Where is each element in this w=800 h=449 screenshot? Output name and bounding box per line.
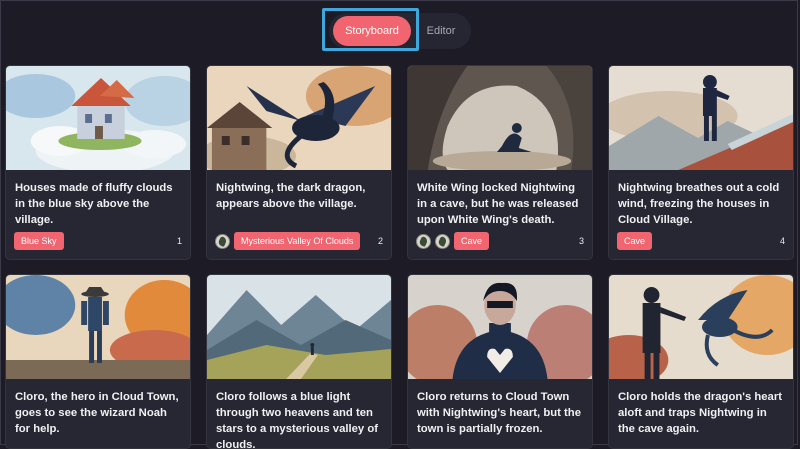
card-number: 1 xyxy=(176,236,182,246)
storyboard-card[interactable]: Cloro returns to Cloud Town with Nightwi… xyxy=(407,274,593,449)
card-meta: Blue Sky 1 xyxy=(14,232,182,250)
tab-editor[interactable]: Editor xyxy=(417,16,465,46)
card-caption: Nightwing, the dark dragon, appears abov… xyxy=(216,182,366,210)
location-tag[interactable]: Cave xyxy=(617,232,653,250)
storyboard-card[interactable]: Houses made of fluffy clouds in the blue… xyxy=(5,65,191,260)
card-image-floating-house xyxy=(6,66,190,170)
card-image-hero-and-dragon xyxy=(609,275,793,379)
storyboard-card[interactable]: Nightwing, the dark dragon, appears abov… xyxy=(206,65,392,260)
card-image-mountain-valley xyxy=(207,275,391,379)
card-number: 2 xyxy=(377,236,383,246)
location-tag[interactable]: Blue Sky xyxy=(14,232,64,250)
storyboard-card[interactable]: Cloro holds the dragon's heart aloft and… xyxy=(608,274,794,449)
card-image-hero-in-field xyxy=(6,275,190,379)
storyboard-card[interactable]: White Wing locked Nightwing in a cave, b… xyxy=(407,65,593,260)
card-image-dark-dragon xyxy=(207,66,391,170)
card-image-cave xyxy=(408,66,592,170)
card-number: 3 xyxy=(578,236,584,246)
location-tag[interactable]: Cave xyxy=(454,232,490,250)
character-avatar[interactable] xyxy=(435,233,450,249)
storyboard-card[interactable]: Cloro follows a blue light through two h… xyxy=(206,274,392,449)
location-tag[interactable]: Mysterious Valley Of Clouds xyxy=(234,232,361,250)
storyboard-card[interactable]: Cloro, the hero in Cloud Town, goes to s… xyxy=(5,274,191,449)
card-caption: Nightwing breathes out a cold wind, free… xyxy=(618,182,780,226)
tab-focus-outline xyxy=(322,8,419,51)
card-caption: Cloro holds the dragon's heart aloft and… xyxy=(618,391,782,435)
card-number: 4 xyxy=(779,236,785,246)
card-caption: Houses made of fluffy clouds in the blue… xyxy=(15,182,173,226)
character-avatar[interactable] xyxy=(215,233,230,249)
card-image-hero-on-wall xyxy=(609,66,793,170)
card-meta: Cave 3 xyxy=(416,232,584,250)
character-avatar[interactable] xyxy=(416,233,431,249)
card-caption: Cloro, the hero in Cloud Town, goes to s… xyxy=(15,391,179,435)
card-caption: Cloro returns to Cloud Town with Nightwi… xyxy=(417,391,581,435)
card-meta: Cave 4 xyxy=(617,232,785,250)
card-caption: Cloro follows a blue light through two h… xyxy=(216,391,378,449)
card-caption: White Wing locked Nightwing in a cave, b… xyxy=(417,182,579,226)
card-image-hero-heart-emblem xyxy=(408,275,592,379)
storyboard-card[interactable]: Nightwing breathes out a cold wind, free… xyxy=(608,65,794,260)
card-meta: Mysterious Valley Of Clouds 2 xyxy=(215,232,383,250)
